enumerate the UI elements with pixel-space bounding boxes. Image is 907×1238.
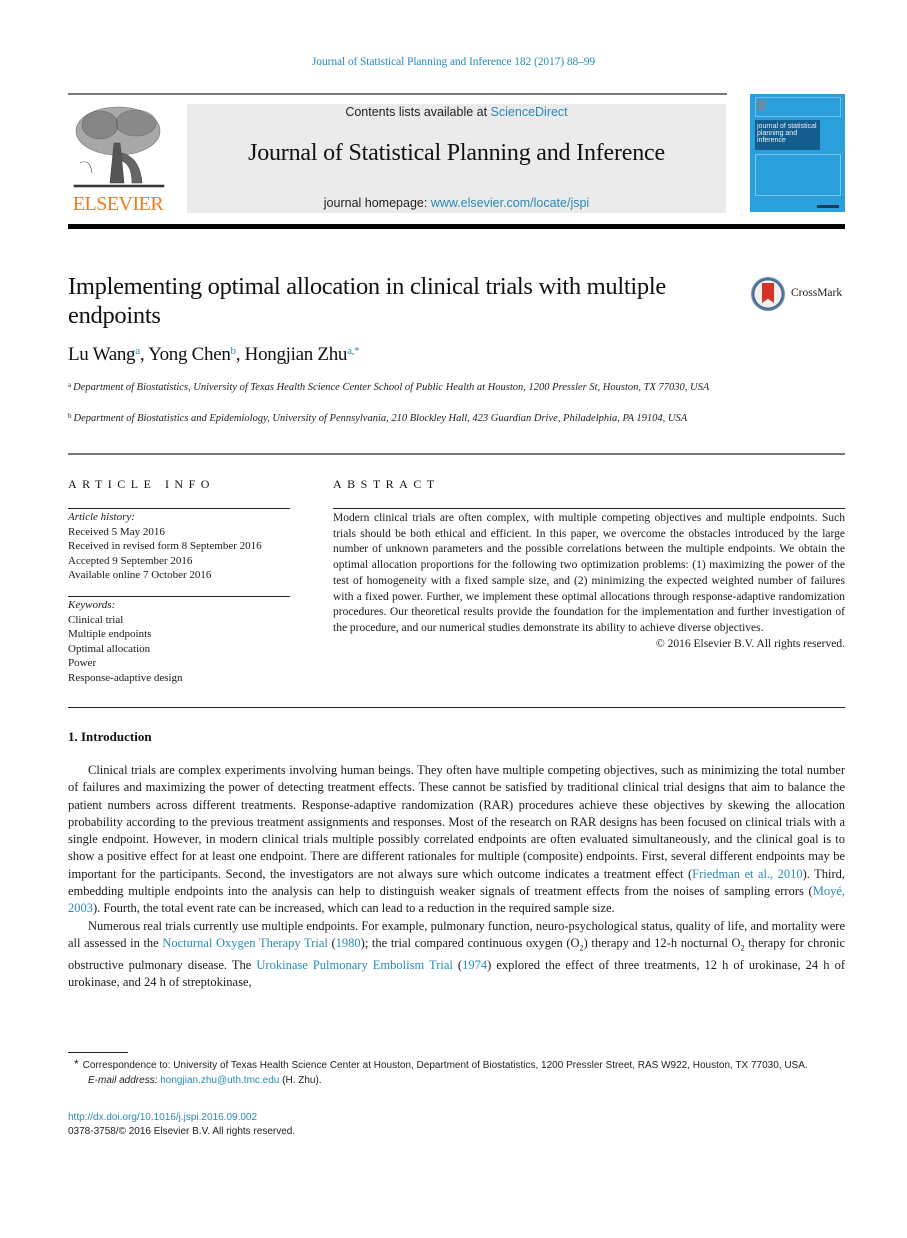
history-label: Article history:	[68, 511, 135, 523]
email-label: E-mail address:	[88, 1075, 158, 1086]
article-info-rule	[68, 508, 290, 509]
doi-block: http://dx.doi.org/10.1016/j.jspi.2016.09…	[68, 1111, 295, 1139]
paragraph: Numerous real trials currently use multi…	[68, 918, 845, 992]
header-divider	[68, 93, 727, 95]
text-run: ); the trial compared continuous oxygen …	[360, 935, 580, 950]
keyword-item: Optimal allocation	[68, 642, 151, 655]
email-link[interactable]: hongjian.zhu@uth.tmc.edu	[160, 1075, 279, 1086]
citation-link[interactable]: Friedman et al., 2010	[692, 867, 802, 881]
history-item: Accepted 9 September 2016	[68, 554, 193, 567]
front-matter-end-rule	[68, 707, 845, 708]
author-name[interactable]: Yong Chen	[148, 344, 231, 365]
abstract-heading: ABSTRACT	[333, 477, 440, 491]
email-line: E-mail address: hongjian.zhu@uth.tmc.edu…	[68, 1073, 845, 1088]
history-item: Received 5 May 2016	[68, 525, 165, 538]
publisher-name: ELSEVIER	[72, 193, 164, 215]
affiliation-b: b Department of Biostatistics and Epidemi…	[68, 409, 718, 426]
footnote-star: *	[74, 1057, 79, 1071]
citation-year-link[interactable]: 1974	[462, 958, 487, 972]
paragraph: Clinical trials are complex experiments …	[68, 762, 845, 918]
elsevier-logo[interactable]: ELSEVIER	[68, 103, 168, 215]
elsevier-tree-icon	[73, 106, 165, 188]
correspondence-footnote: * Correspondence to: University of Texas …	[68, 1057, 845, 1088]
text-run: (	[327, 935, 336, 950]
author-list: Lu Wanga, Yong Chenb, Hongjian Zhua,*	[68, 344, 360, 365]
doi-link[interactable]: http://dx.doi.org/10.1016/j.jspi.2016.09…	[68, 1112, 257, 1123]
cover-title-panel: journal of statistical planning and infe…	[755, 120, 820, 150]
author-name[interactable]: Lu Wang	[68, 344, 136, 365]
homepage-prefix: journal homepage:	[323, 196, 431, 210]
journal-cover-thumbnail[interactable]: journal of statistical planning and infe…	[750, 94, 845, 212]
text-run: Clinical trials are complex experiments …	[68, 763, 845, 881]
cover-frame	[755, 154, 841, 196]
cover-elsevier-icon	[757, 100, 765, 110]
running-head[interactable]: Journal of Statistical Planning and Infe…	[0, 56, 907, 68]
correspondence-text: Correspondence to: University of Texas H…	[82, 1060, 808, 1071]
crossmark-label: CrossMark	[791, 287, 843, 299]
author-name[interactable]: Hongjian Zhu	[245, 344, 348, 365]
sciencedirect-link[interactable]: ScienceDirect	[491, 105, 568, 119]
text-run: ). Fourth, the total event rate can be i…	[93, 901, 615, 916]
introduction-heading: 1. Introduction	[68, 729, 152, 744]
keywords-rule	[68, 596, 290, 597]
header-thick-rule	[68, 224, 845, 229]
keyword-item: Multiple endpoints	[68, 628, 152, 640]
cover-top-strip	[755, 97, 841, 117]
section-divider	[68, 453, 845, 455]
homepage-line: journal homepage: www.elsevier.com/locat…	[187, 196, 726, 210]
author-affiliation-link[interactable]: a	[135, 345, 140, 357]
affiliation-mark: a	[68, 381, 72, 389]
keywords-label: Keywords:	[68, 599, 116, 611]
text-run: (	[452, 957, 463, 972]
introduction-body: Clinical trials are complex experiments …	[68, 762, 845, 991]
citation-link[interactable]: Urokinase Pulmonary Embolism Trial	[256, 958, 452, 972]
affiliation-mark: b	[68, 412, 72, 420]
keyword-item: Clinical trial	[68, 613, 124, 626]
article-title: Implementing optimal allocation in clini…	[68, 273, 666, 329]
footnote-rule	[68, 1052, 128, 1053]
abstract-rule	[333, 508, 845, 509]
journal-homepage-link[interactable]: www.elsevier.com/locate/jspi	[431, 196, 589, 210]
history-item: Available online 7 October 2016	[68, 569, 212, 581]
article-history: Article history: Received 5 May 2016 Rec…	[68, 510, 298, 583]
article-info-heading: ARTICLE INFO	[68, 477, 215, 491]
text-run: ) therapy and 12-h nocturnal O	[583, 935, 741, 950]
citation-year-link[interactable]: 1980	[336, 936, 361, 950]
affiliation-text: Department of Biostatistics, University …	[73, 382, 710, 393]
history-item: Received in revised form 8 September 201…	[68, 540, 262, 552]
citation-link[interactable]: Nocturnal Oxygen Therapy Trial	[162, 936, 328, 950]
abstract-body: Modern clinical trials are often complex…	[333, 511, 845, 652]
journal-title: Journal of Statistical Planning and Infe…	[248, 140, 665, 166]
abstract-copyright: © 2016 Elsevier B.V. All rights reserved…	[656, 637, 845, 650]
email-suffix: (H. Zhu).	[279, 1075, 322, 1086]
keyword-item: Response-adaptive design	[68, 671, 183, 684]
crossmark-button[interactable]: CrossMark	[751, 277, 851, 317]
keyword-item: Power	[68, 657, 97, 669]
cover-barcode-icon	[817, 205, 839, 208]
issn-line: 0378-3758/© 2016 Elsevier B.V. All right…	[68, 1126, 296, 1137]
contents-prefix: Contents lists available at	[345, 105, 491, 119]
abstract-text: Modern clinical trials are often complex…	[333, 512, 845, 634]
author-affiliation-link[interactable]: a,*	[347, 345, 360, 357]
journal-masthead: Contents lists available at ScienceDirec…	[187, 104, 726, 213]
keywords: Keywords: Clinical trial Multiple endpoi…	[68, 598, 298, 685]
author-affiliation-link[interactable]: b	[231, 345, 237, 357]
affiliation-a: a Department of Biostatistics, University…	[68, 378, 718, 395]
affiliation-text: Department of Biostatistics and Epidemio…	[73, 413, 688, 424]
contents-line: Contents lists available at ScienceDirec…	[187, 105, 726, 119]
